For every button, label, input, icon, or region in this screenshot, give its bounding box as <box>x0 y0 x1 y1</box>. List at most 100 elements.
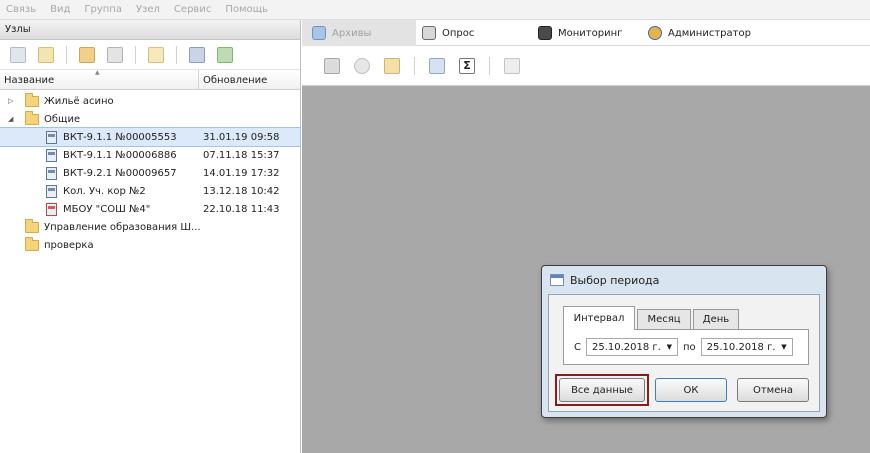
nodes-tree: ▷ Жильё асино ◢ Общие ВКТ-9.1.1 №0000555… <box>0 90 301 254</box>
tab-administrator[interactable]: Администратор <box>648 20 751 46</box>
settings-icon[interactable] <box>354 57 370 74</box>
period-dialog: Выбор периода Интервал Месяц День С 25.1… <box>541 265 827 418</box>
tree-row-device[interactable]: ВКТ-9.2.1 №00009657 14.01.19 17:32 <box>0 164 300 182</box>
properties-icon[interactable] <box>148 46 164 63</box>
main-tabs: Архивы Опрос Мониторинг Администратор <box>302 20 870 46</box>
device-alert-icon <box>46 202 57 216</box>
archive-toolbar: Σ <box>302 46 870 86</box>
tab-poll[interactable]: Опрос <box>422 20 474 46</box>
export-icon[interactable] <box>217 46 233 63</box>
tree-row-device[interactable]: Кол. Уч. кор №2 13.12.18 10:42 <box>0 182 300 200</box>
tree-item-label: ВКТ-9.2.1 №00009657 <box>63 167 177 179</box>
tab-label: Мониторинг <box>558 27 623 39</box>
menu-bar: Связь Вид Группа Узел Сервис Помощь <box>0 0 870 20</box>
dialog-title: Выбор периода <box>570 273 660 287</box>
add-connection-icon[interactable] <box>10 46 26 63</box>
folder-icon <box>25 110 39 125</box>
to-label: по <box>682 341 696 353</box>
poll-icon <box>422 26 436 40</box>
tree-item-label: МБОУ "СОШ №4" <box>63 203 151 215</box>
dialog-body: Интервал Месяц День С 25.10.2018 г. ▼ по… <box>548 294 820 412</box>
toolbar-separator <box>414 56 415 75</box>
panel-title: Узлы <box>0 20 300 40</box>
report-icon[interactable] <box>384 57 400 74</box>
to-date-picker[interactable]: 25.10.2018 г. ▼ <box>700 338 793 356</box>
tree-item-updated: 07.11.18 15:37 <box>203 149 280 161</box>
document-icon[interactable] <box>504 57 520 74</box>
tab-label: Администратор <box>668 27 751 39</box>
tab-monitoring[interactable]: Мониторинг <box>538 20 622 46</box>
nodes-toolbar <box>0 40 300 70</box>
dialog-tab-interval[interactable]: Интервал <box>563 306 635 330</box>
chevron-down-icon[interactable]: ▼ <box>667 343 672 351</box>
monitor-icon <box>538 26 552 40</box>
menu-item-link[interactable]: Связь <box>6 4 36 15</box>
to-date-value: 25.10.2018 г. <box>706 341 776 353</box>
sort-arrow-icon: ▲ <box>95 69 100 76</box>
collapse-icon[interactable]: ◢ <box>8 115 13 123</box>
tree-item-label: Общие <box>44 113 81 125</box>
read-archive-icon[interactable] <box>324 57 340 74</box>
tree-item-label: Управление образования Ш... <box>44 221 201 233</box>
toolbar-separator <box>66 45 67 64</box>
menu-item-service[interactable]: Сервис <box>174 4 211 15</box>
tree-item-updated: 14.01.19 17:32 <box>203 167 280 179</box>
tree-item-label: проверка <box>44 239 94 251</box>
folder-icon <box>25 218 39 233</box>
tree-row-folder[interactable]: Управление образования Ш... <box>0 218 300 236</box>
toolbar-separator <box>489 56 490 75</box>
tree-item-updated: 31.01.19 09:58 <box>203 131 280 143</box>
admin-icon <box>648 26 662 40</box>
toolbar-separator <box>176 45 177 64</box>
nodes-panel: Узлы ▲ Название Обновление ▷ Жильё асино… <box>0 20 301 453</box>
menu-item-group[interactable]: Группа <box>84 4 122 15</box>
import-icon[interactable] <box>189 46 205 63</box>
archive-icon <box>312 26 326 40</box>
tree-row-device[interactable]: ВКТ-9.1.1 №00006886 07.11.18 15:37 <box>0 146 300 164</box>
tree-row-folder[interactable]: ◢ Общие <box>0 110 300 128</box>
sum-icon[interactable]: Σ <box>459 57 475 74</box>
tree-item-label: Кол. Уч. кор №2 <box>63 185 146 197</box>
tree-item-label: Жильё асино <box>44 95 114 107</box>
menu-item-view[interactable]: Вид <box>50 4 70 15</box>
tree-item-label: ВКТ-9.1.1 №00006886 <box>63 149 177 161</box>
folder-icon <box>25 236 39 251</box>
tree-item-updated: 13.12.18 10:42 <box>203 185 280 197</box>
ok-button[interactable]: ОК <box>655 378 727 402</box>
tab-label: Архивы <box>332 27 372 39</box>
dialog-tab-month[interactable]: Месяц <box>637 309 691 329</box>
toolbar-separator <box>135 45 136 64</box>
interval-panel: С 25.10.2018 г. ▼ по 25.10.2018 г. ▼ <box>563 329 809 365</box>
delete-node-icon[interactable] <box>107 46 123 63</box>
device-icon <box>46 130 57 144</box>
chevron-down-icon[interactable]: ▼ <box>781 343 786 351</box>
menu-item-help[interactable]: Помощь <box>225 4 268 15</box>
dialog-tab-day[interactable]: День <box>693 309 739 329</box>
tree-column-header: ▲ Название Обновление <box>0 69 300 90</box>
device-icon <box>46 166 57 180</box>
all-data-button[interactable]: Все данные <box>559 378 645 402</box>
tree-row-device[interactable]: МБОУ "СОШ №4" 22.10.18 11:43 <box>0 200 300 218</box>
copy-icon[interactable] <box>429 57 445 74</box>
folder-icon <box>25 92 39 107</box>
tree-row-folder[interactable]: ▷ Жильё асино <box>0 92 300 110</box>
sum-symbol: Σ <box>463 59 471 72</box>
from-date-value: 25.10.2018 г. <box>591 341 661 353</box>
expand-icon[interactable]: ▷ <box>8 97 13 105</box>
device-icon <box>46 184 57 198</box>
tree-row-device-selected[interactable]: ВКТ-9.1.1 №00005553 31.01.19 09:58 <box>0 127 301 147</box>
column-updated[interactable]: Обновление <box>199 70 271 89</box>
tree-item-label: ВКТ-9.1.1 №00005553 <box>63 131 177 143</box>
tree-item-updated: 22.10.18 11:43 <box>203 203 280 215</box>
tree-row-folder[interactable]: проверка <box>0 236 300 254</box>
dialog-title-bar[interactable]: Выбор периода <box>542 266 826 294</box>
device-icon <box>46 148 57 162</box>
tab-archives[interactable]: Архивы <box>302 20 416 46</box>
menu-item-node[interactable]: Узел <box>136 4 160 15</box>
tab-label: Опрос <box>442 27 475 39</box>
edit-node-icon[interactable] <box>79 46 95 63</box>
window-icon <box>550 274 564 286</box>
add-folder-icon[interactable] <box>38 46 54 63</box>
cancel-button[interactable]: Отмена <box>737 378 809 402</box>
from-date-picker[interactable]: 25.10.2018 г. ▼ <box>585 338 678 356</box>
